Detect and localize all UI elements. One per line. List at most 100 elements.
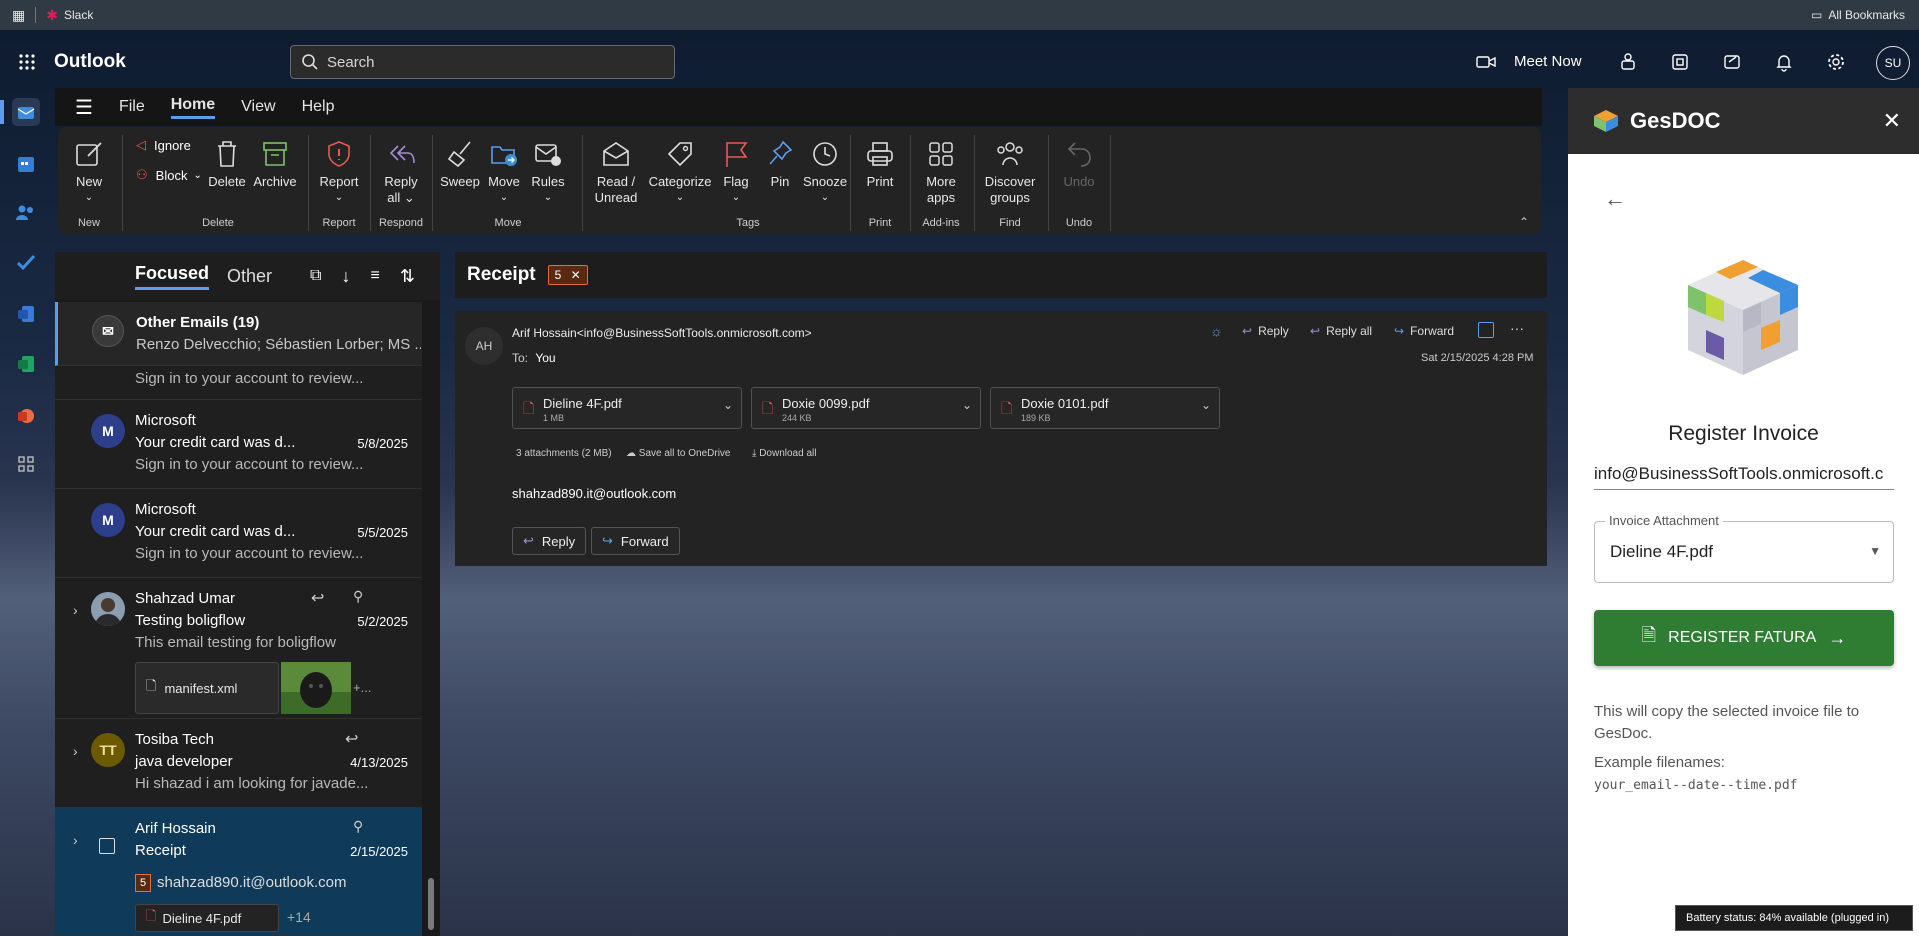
attachment-chip[interactable]: 🗋 manifest.xml <box>135 662 279 714</box>
discover-groups-button[interactable]: Discover groups <box>980 137 1040 206</box>
more-actions-icon[interactable]: ··· <box>1510 320 1524 336</box>
list-item[interactable]: M Microsoft Your credit card was d... 5/… <box>55 489 422 578</box>
close-icon[interactable]: ✕ <box>571 268 581 282</box>
expand-icon[interactable]: › <box>73 743 78 759</box>
list-item[interactable]: › Shahzad Umar ↩ ⚲ Testing boligflow 5/2… <box>55 578 422 719</box>
rules-button[interactable]: Rules ⌄ <box>526 137 570 206</box>
app-launcher-icon[interactable] <box>18 53 36 71</box>
excel-icon[interactable] <box>12 350 40 378</box>
flag-button[interactable]: Flag ⌄ <box>714 137 758 206</box>
invoice-attachment-select[interactable]: Invoice Attachment Dieline 4F.pdf ▼ <box>1594 513 1894 583</box>
word-icon[interactable] <box>12 300 40 328</box>
sort-icon[interactable]: ⇅ <box>400 266 415 287</box>
attachment-card[interactable]: 🗋 Dieline 4F.pdf 1 MB ⌄ <box>512 387 742 429</box>
app-name[interactable]: Outlook <box>54 51 126 73</box>
tab-focused[interactable]: Focused <box>135 263 210 290</box>
categorize-button[interactable]: Categorize ⌄ <box>644 137 716 206</box>
chevron-down-icon[interactable]: ⌄ <box>962 398 972 412</box>
move-button[interactable]: Move ⌄ <box>482 137 526 206</box>
new-button[interactable]: New ⌄ <box>62 137 116 206</box>
archive-button[interactable]: Archive <box>250 137 300 190</box>
gear-icon[interactable] <box>1822 48 1850 76</box>
scrollbar-thumb[interactable] <box>428 878 434 930</box>
meet-now-button[interactable]: Meet Now <box>1514 53 1582 70</box>
mail-icon[interactable] <box>12 98 40 126</box>
all-bookmarks[interactable]: All Bookmarks <box>1828 8 1905 22</box>
todo-icon[interactable] <box>12 248 40 276</box>
sender-address[interactable]: Arif Hossain<info@BusinessSoftTools.onmi… <box>512 326 812 340</box>
sun-icon[interactable]: ☼ <box>1210 323 1223 339</box>
conversation-count-badge[interactable]: 5 ✕ <box>547 265 588 285</box>
save-to-onedrive-link[interactable]: ☁ Save all to OneDrive <box>626 448 731 459</box>
menu-home[interactable]: Home <box>170 96 216 119</box>
expand-icon[interactable]: › <box>73 602 78 618</box>
attachment-card[interactable]: 🗋 Doxie 0099.pdf 244 KB ⌄ <box>751 387 981 429</box>
expand-icon[interactable]: › <box>73 832 78 848</box>
teams-icon[interactable] <box>1614 48 1642 76</box>
snooze-button[interactable]: Snooze ⌄ <box>800 137 850 206</box>
bookmark-slack[interactable]: Slack <box>64 8 93 22</box>
calendar-icon[interactable] <box>12 150 40 178</box>
chevron-down-icon[interactable]: ⌄ <box>723 398 733 412</box>
forward-button[interactable]: ↪ Forward <box>591 527 680 555</box>
list-item-selected[interactable]: › Arif Hossain ⚲ Receipt 2/15/2025 5 sha… <box>55 808 422 936</box>
flag-label: Flag <box>723 174 749 189</box>
undo-button[interactable]: Undo <box>1054 137 1104 190</box>
email-field[interactable]: info@BusinessSoftTools.onmicrosoft.c <box>1594 464 1894 490</box>
list-item-partial[interactable]: Sign in to your account to review... <box>55 366 422 400</box>
apps-grid-icon[interactable]: ▦ <box>12 7 25 24</box>
gesdoc-header: GesDOC ✕ <box>1568 88 1919 154</box>
print-button[interactable]: Print <box>856 137 904 190</box>
image-thumbnail[interactable] <box>281 662 351 714</box>
pdf-icon: 🗋 <box>523 400 535 416</box>
list-scrollbar[interactable] <box>422 368 440 936</box>
more-apps-icon[interactable] <box>12 450 40 478</box>
chevron-down-icon[interactable]: ⌄ <box>1201 398 1211 412</box>
search-input[interactable]: Search <box>290 45 675 79</box>
attachment-chip[interactable]: 🗋 Dieline 4F.pdf <box>135 904 279 932</box>
tab-other[interactable]: Other <box>227 266 272 287</box>
report-button[interactable]: Report ⌄ <box>314 137 364 206</box>
people-icon[interactable] <box>12 198 40 226</box>
collapse-ribbon-icon[interactable]: ⌃ <box>1519 215 1529 229</box>
list-item[interactable]: M Microsoft Your credit card was d... 5/… <box>55 400 422 489</box>
sweep-button[interactable]: Sweep <box>438 137 482 190</box>
menu-view[interactable]: View <box>241 98 275 116</box>
back-arrow-icon[interactable]: ← <box>1604 186 1626 212</box>
notes-icon[interactable] <box>1718 48 1746 76</box>
powerpoint-icon[interactable] <box>12 402 40 430</box>
more-apps-button[interactable]: More apps <box>916 137 966 206</box>
example-filename: your_email--date--time.pdf <box>1594 778 1798 793</box>
attachment-card[interactable]: 🗋 Doxie 0101.pdf 189 KB ⌄ <box>990 387 1220 429</box>
close-icon[interactable]: ✕ <box>1883 108 1901 134</box>
forward-action[interactable]: ↪ Forward <box>1394 324 1454 338</box>
select-icon[interactable]: ⧉ <box>310 267 321 285</box>
filter-icon[interactable]: ≡ <box>370 267 379 285</box>
date: 5/5/2025 <box>357 525 408 540</box>
hamburger-icon[interactable]: ☰ <box>75 95 93 120</box>
bell-icon[interactable] <box>1770 48 1798 76</box>
list-item-group[interactable]: ✉ Other Emails (19) Renzo Delvecchio; Sé… <box>55 302 422 366</box>
video-icon[interactable] <box>1472 48 1500 76</box>
avatar[interactable]: SU <box>1876 46 1910 80</box>
list-item[interactable]: › TT Tosiba Tech ↩ java developer 4/13/2… <box>55 719 422 808</box>
immersive-reader-icon[interactable] <box>1478 322 1494 338</box>
delete-button[interactable]: Delete <box>204 137 250 190</box>
menu-file[interactable]: File <box>119 98 145 116</box>
office-icon[interactable] <box>1666 48 1694 76</box>
block-button[interactable]: ⚇ Block ⌄ <box>136 167 202 183</box>
ignore-button[interactable]: ◁ Ignore <box>136 137 191 153</box>
reply-all-action[interactable]: ↩ Reply all <box>1310 324 1372 338</box>
pin-button[interactable]: Pin <box>758 137 802 190</box>
subject: Your credit card was d... <box>135 523 296 540</box>
jump-down-icon[interactable]: ↓ <box>341 266 350 287</box>
reply-button[interactable]: ↩ Reply <box>512 527 587 555</box>
to-recipient[interactable]: You <box>535 351 555 365</box>
select-checkbox[interactable] <box>99 838 115 854</box>
register-fatura-button[interactable]: 🗎 REGISTER FATURA → <box>1594 610 1894 666</box>
reply-all-button[interactable]: Reply all ⌄ <box>376 137 426 206</box>
download-all-link[interactable]: ⤓ Download all <box>752 448 816 459</box>
reply-action[interactable]: ↩ Reply <box>1242 324 1289 338</box>
menu-help[interactable]: Help <box>302 98 335 116</box>
read-unread-button[interactable]: Read / Unread <box>586 137 646 206</box>
